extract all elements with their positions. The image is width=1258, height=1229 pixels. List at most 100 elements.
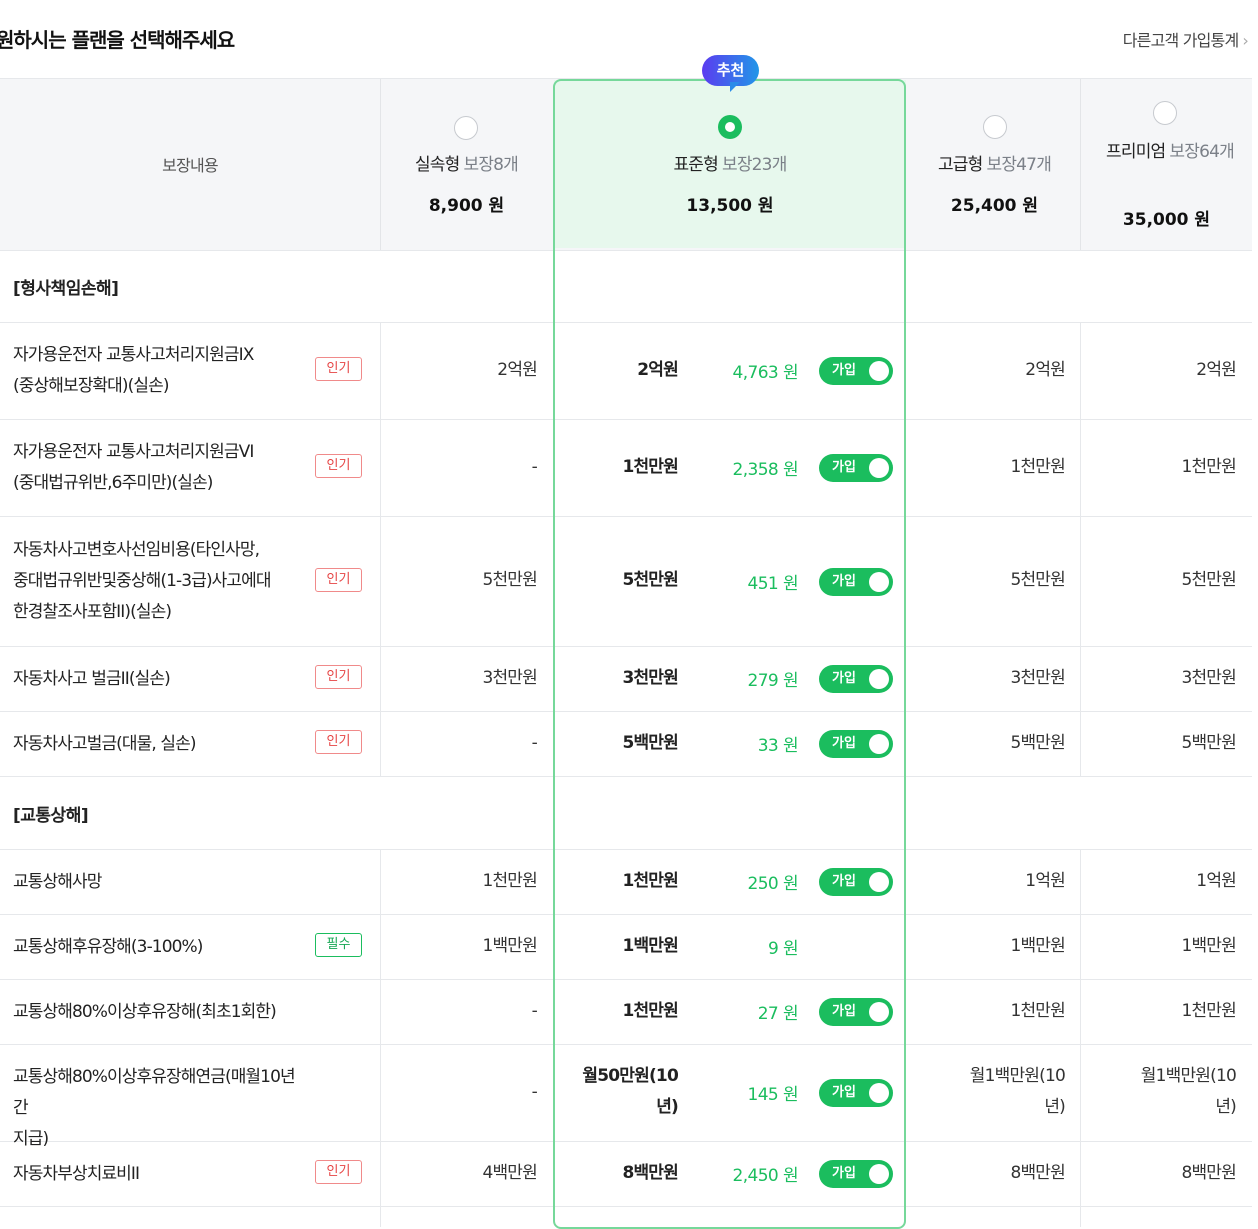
plan-standard-radio[interactable] [718,115,742,139]
plan-advanced-value: 1억원 [1025,870,1065,891]
table-row: 교통상해80%이상후유장해연금(매월10년간 지급) - 월50만원(10 년) 월1백만… [0,1045,1252,1149]
toggle-knob [869,872,889,892]
table-row: 자동차사고변호사선임비용(타인사망, 중대법규위반및중상해(1-3급)사고에대 한경… [0,517,1252,647]
plan-advanced-value: 5천만원 [1010,570,1065,590]
coverage-name: 자가용운전자 교통사고처리지원금IX (중상해보장확대)(실손) [13,345,254,396]
plan-option-advanced[interactable]: 고급형 보장47개 25,400 원 [909,79,1081,250]
plan-premium-price: 35,000 원 [1122,210,1211,230]
coverage-name: 자가용운전자 교통사고처리지원금VI (중대법규위반,6주미만)(실손) [13,442,254,493]
premium-amount: 250 원 [747,874,799,894]
toggle-knob [869,1002,889,1022]
coverage-header-label: 보장내용 [162,156,218,175]
join-toggle-label: 가입 [832,363,856,378]
join-toggle[interactable]: 가입 [819,1079,893,1107]
plan-basic-radio[interactable] [454,116,478,140]
plan-standard-value: 2억원 [637,359,679,380]
join-toggle[interactable]: 가입 [819,454,893,482]
column-divider [380,647,381,711]
plan-advanced-count: 보장47개 [986,155,1052,175]
plan-premium-value: 8백만원 [1181,1162,1236,1183]
join-toggle[interactable]: 가입 [819,665,893,693]
plan-premium-value: 1백만원 [1181,935,1236,956]
popular-tag: 인기 [315,567,362,592]
join-toggle-label: 가입 [832,1004,856,1019]
chevron-right-icon: › [1242,31,1248,50]
plan-standard-value: 1천만원 [622,870,678,891]
coverage-name: 자동차사고변호사선임비용(타인사망, 중대법규위반및중상해(1-3급)사고에대 한경… [13,540,272,622]
coverage-name: 자동차부상치료비II [13,1163,140,1184]
plan-advanced-radio[interactable] [983,115,1007,139]
plan-advanced-value: 월1백만원(10 년) [969,1066,1066,1117]
plan-basic-value: 3천만원 [482,667,537,688]
plan-advanced-value: 2억원 [1025,359,1065,380]
column-divider [1080,1142,1081,1206]
plan-premium-value: 5백만원 [1181,732,1236,753]
plan-option-standard[interactable]: 표준형 보장23개 13,500 원 [554,79,906,250]
table-row: 자가용운전자 교통사고처리지원금IX (중상해보장확대)(실손) 인기 2억원 2억원 2… [0,323,1252,420]
coverage-name: 교통상해사망 [13,871,102,892]
table-row [0,1207,1252,1227]
join-toggle[interactable]: 가입 [819,357,893,385]
column-divider [1080,712,1081,776]
toggle-knob [869,361,889,381]
join-toggle[interactable]: 가입 [819,730,893,758]
column-divider [380,980,381,1044]
plan-standard-value: 8백만원 [622,1162,678,1183]
coverage-name: 교통상해80%이상후유장해(최초1회한) [13,1001,277,1022]
join-toggle-label: 가입 [832,736,856,751]
join-toggle-label: 가입 [832,460,856,475]
plan-premium-radio[interactable] [1153,101,1177,125]
plan-standard-value: 1천만원 [622,456,678,477]
plan-standard-value: 5천만원 [622,570,678,590]
column-divider [1080,1207,1081,1227]
column-divider [1080,420,1081,516]
plan-standard-value: 3천만원 [622,667,678,688]
plan-premium-value: 월1백만원(10 년) [1140,1066,1237,1117]
plan-basic-value: 4백만원 [482,1162,537,1183]
plan-standard-value: 1백만원 [622,935,678,956]
coverage-header-cell: 보장내용 [0,79,381,250]
join-toggle[interactable]: 가입 [819,868,893,896]
plan-option-basic[interactable]: 실속형 보장8개 8,900 원 [381,79,552,250]
plan-premium-value: 1억원 [1196,870,1236,891]
column-divider [380,712,381,776]
toggle-knob [869,1164,889,1184]
plan-standard-value: 5백만원 [622,732,678,753]
plan-basic-value: 5천만원 [482,570,537,590]
column-divider [1080,980,1081,1044]
plan-option-premium[interactable]: 프리미엄 보장64개 35,000 원 [1081,79,1252,250]
join-toggle[interactable]: 가입 [819,567,893,596]
signup-stats-label: 다른고객 가입통계 [1122,31,1239,50]
join-toggle[interactable]: 가입 [819,1160,893,1188]
plan-premium-value: 2억원 [1196,359,1236,380]
plan-basic-value: - [531,456,538,477]
premium-amount: 145 원 [747,1085,799,1105]
plan-advanced-value: 5백만원 [1010,732,1065,753]
plan-advanced-value: 1천만원 [1010,456,1065,477]
join-toggle[interactable]: 가입 [819,998,893,1026]
signup-stats-link[interactable]: 다른고객 가입통계 › [1122,27,1249,51]
plan-premium-value: 1천만원 [1181,1000,1236,1021]
toggle-knob [869,458,889,478]
plan-premium-value: 3천만원 [1181,667,1236,688]
section-header: [교통상해] [0,777,1252,850]
join-toggle-label: 가입 [832,874,856,889]
coverage-name: 교통상해후유장해(3-100%) [13,936,203,957]
popular-tag: 인기 [315,454,362,478]
plan-standard-value: 월50만원(10 년) [582,1066,678,1117]
popular-tag: 인기 [315,1160,362,1184]
column-divider [380,517,381,646]
column-divider [1080,517,1081,646]
premium-amount: 2,450 원 [732,1166,798,1186]
premium-amount: 4,763 원 [732,363,798,383]
column-divider [380,1142,381,1206]
table-row: 자동차사고 벌금II(실손) 인기 3천만원 3천만원 3천만원 3천만원 279 원 가입 [0,647,1252,712]
column-divider [380,1207,381,1227]
coverage-name: 자동차사고벌금(대물, 실손) [13,733,197,754]
coverage-name: 자동차사고 벌금II(실손) [13,668,171,689]
table-row: 자동차사고벌금(대물, 실손) 인기 - 5백만원 5백만원 5백만원 33 원 가입 [0,712,1252,777]
section-title: [교통상해] [13,806,89,826]
required-tag: 필수 [315,933,362,957]
table-row: 자동차부상치료비II 인기 4백만원 8백만원 8백만원 8백만원 2,450 원 가입 [0,1142,1252,1207]
plan-premium-name: 프리미엄 [1106,142,1166,162]
